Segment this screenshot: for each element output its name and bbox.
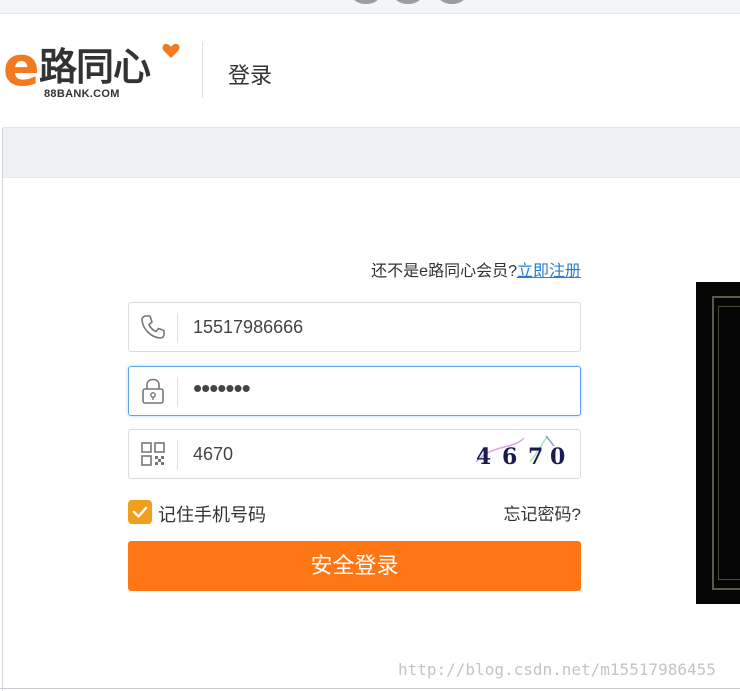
register-link[interactable]: 立即注册 [517, 263, 581, 280]
logo-subtitle: 88BANK.COM [44, 88, 120, 100]
check-icon [132, 506, 148, 518]
qr-code-icon [141, 442, 165, 466]
side-frame [712, 296, 740, 590]
field-separator [177, 313, 178, 343]
header-divider [202, 42, 203, 98]
heart-icon [162, 43, 180, 58]
captcha-char: 7 [528, 444, 543, 470]
top-dot [394, 0, 422, 4]
logo-letter: e [3, 35, 40, 98]
field-separator [177, 440, 178, 470]
top-dot [352, 0, 380, 4]
register-prompt-text: 还不是e路同心会员? [371, 263, 517, 280]
forgot-password-link[interactable]: 忘记密码? [480, 500, 581, 525]
captcha-char: 4 [476, 444, 491, 470]
field-separator [177, 377, 178, 407]
remember-label[interactable]: 记住手机号码 [158, 501, 266, 527]
site-logo[interactable]: e 路同心 88BANK.COM [3, 40, 183, 116]
captcha-field[interactable]: 4670 4 6 7 0 [128, 429, 581, 479]
top-dot [438, 0, 466, 4]
watermark: http://blog.csdn.net/m15517986455 [398, 660, 716, 679]
remember-checkbox[interactable] [128, 500, 152, 524]
register-prompt: 还不是e路同心会员?立即注册 [128, 257, 581, 281]
password-input[interactable]: ••••••• [193, 373, 251, 404]
logo-text: 路同心 [39, 45, 151, 89]
captcha-image[interactable]: 4 6 7 0 [472, 432, 568, 476]
page-bottom-line [0, 688, 740, 689]
phone-field[interactable]: 15517986666 [128, 302, 581, 352]
nav-band [3, 128, 740, 178]
browser-top-strip [0, 0, 740, 14]
page-left-edge [0, 128, 3, 691]
password-field[interactable]: ••••••• [128, 366, 581, 416]
phone-input[interactable]: 15517986666 [193, 317, 303, 338]
phone-icon [141, 315, 165, 339]
lock-icon [142, 378, 164, 404]
login-button[interactable]: 安全登录 [128, 541, 581, 591]
captcha-char: 6 [502, 444, 517, 470]
page-title: 登录 [228, 63, 273, 88]
site-header: e 路同心 88BANK.COM 登录 [3, 14, 740, 128]
captcha-char: 0 [550, 444, 565, 470]
side-image-panel [696, 282, 740, 604]
captcha-input[interactable]: 4670 [193, 444, 233, 465]
side-frame-inner [718, 306, 740, 580]
